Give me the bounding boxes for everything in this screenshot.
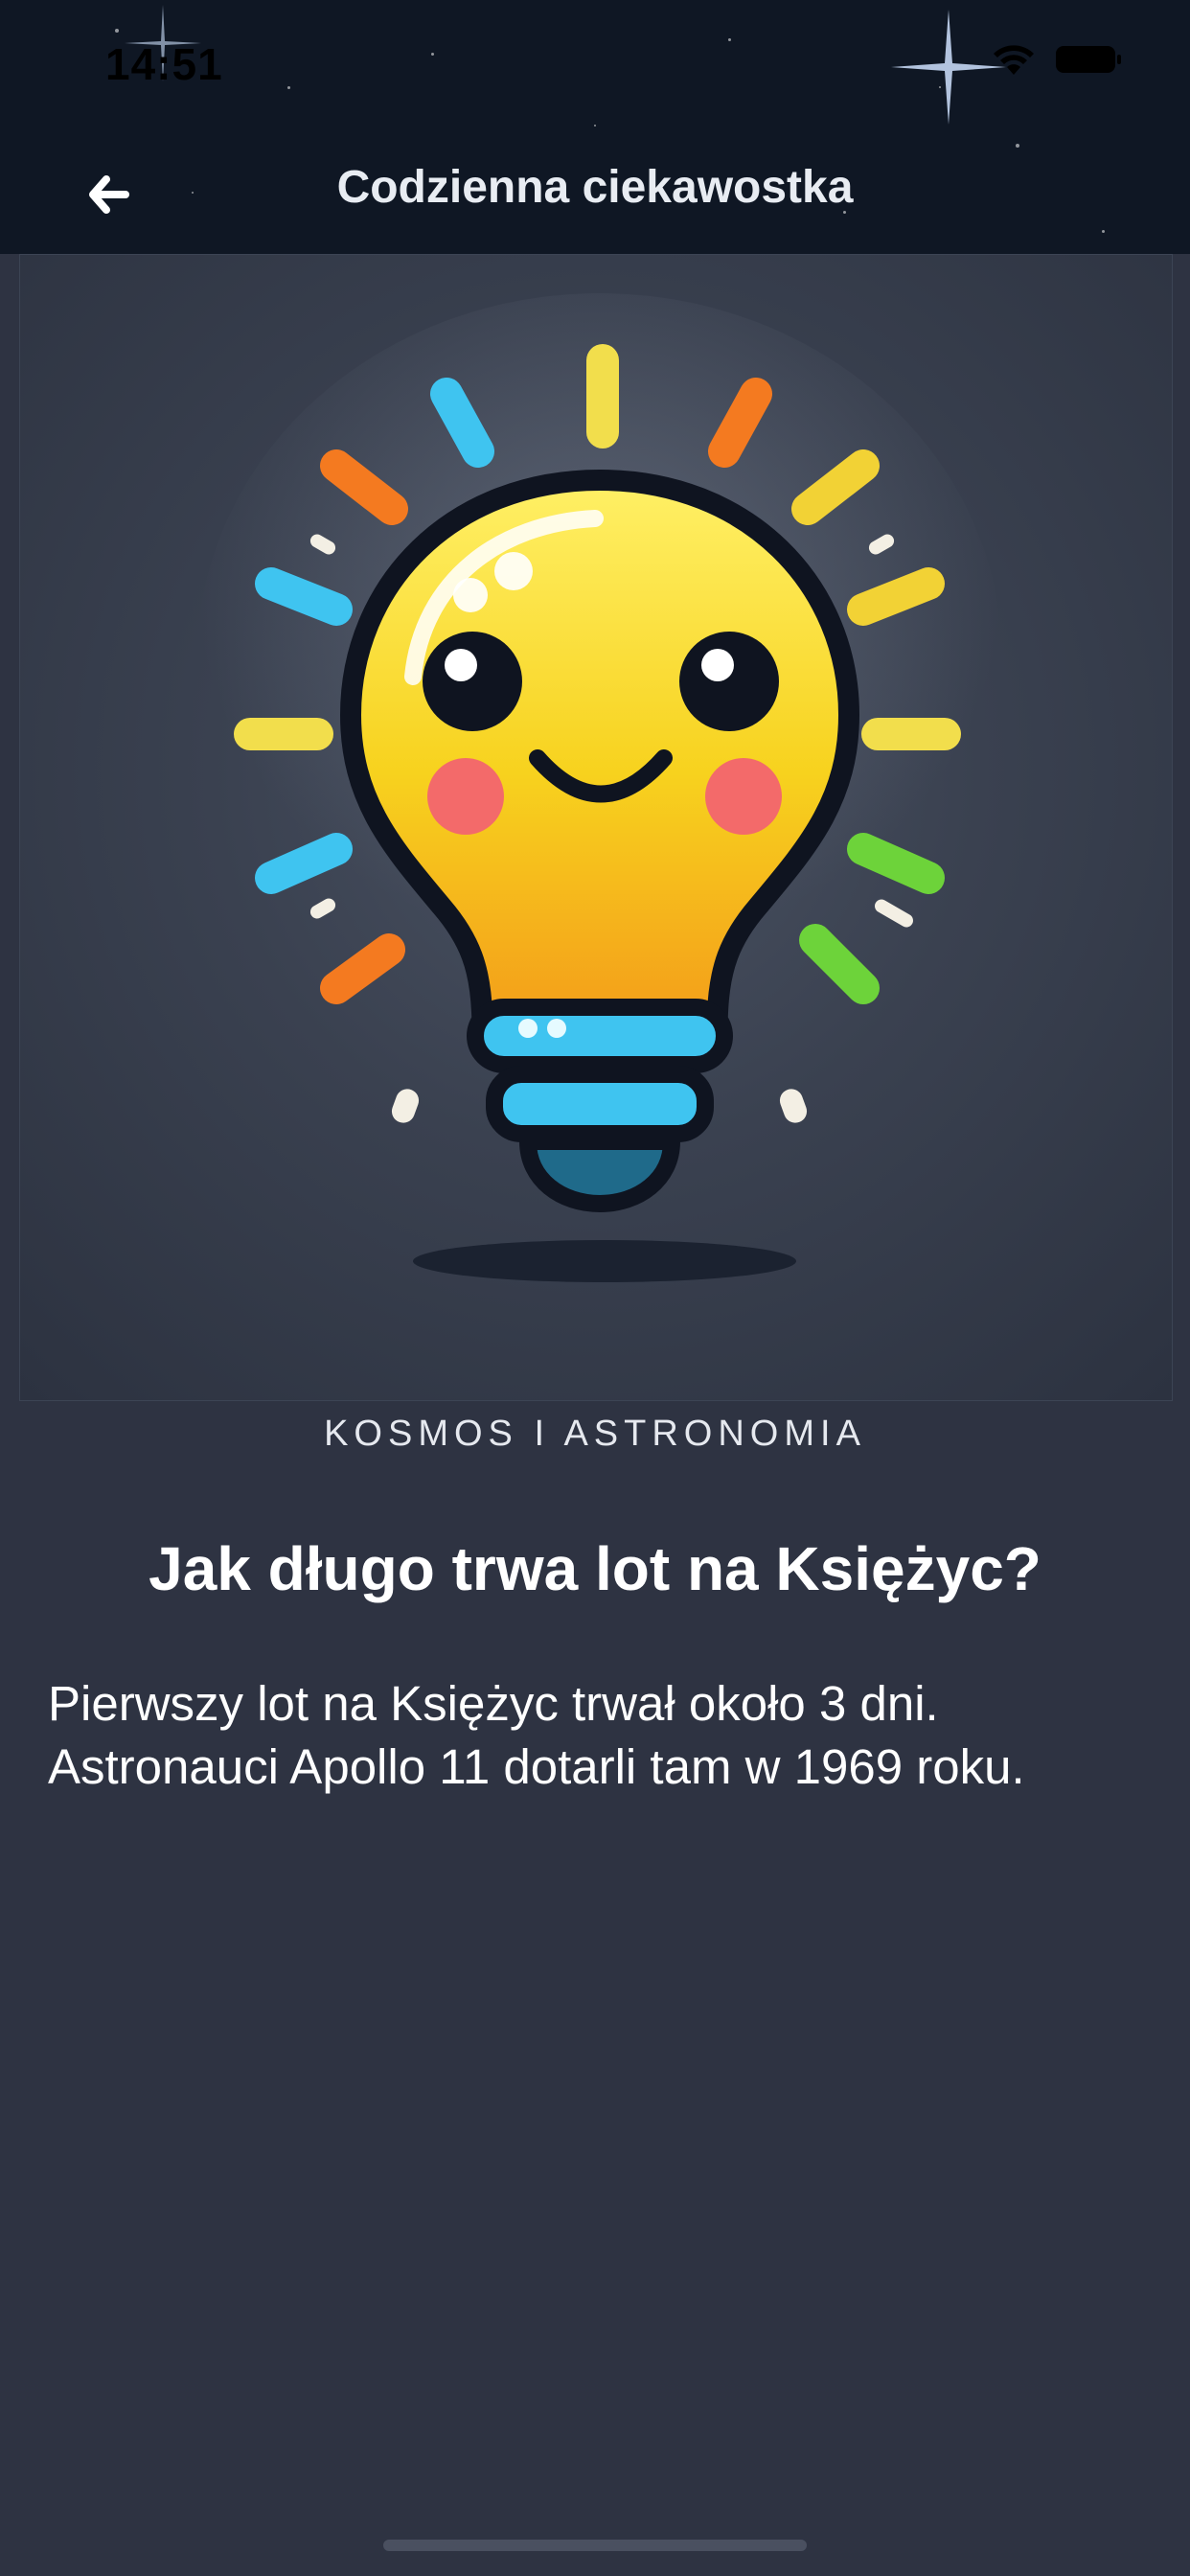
star: [1016, 144, 1019, 148]
app-header: 14:51 Codzienna ciekawostka: [0, 0, 1190, 254]
star: [192, 192, 194, 194]
star: [728, 38, 731, 41]
status-icons: [991, 42, 1123, 77]
category-label: KOSMOS I ASTRONOMIA: [324, 1414, 866, 1454]
arrow-left-icon: [89, 175, 129, 214]
fact-body-line: Astronauci Apollo 11 dotarli tam w 1969 …: [48, 1739, 1025, 1794]
star: [1102, 230, 1105, 233]
lightbulb-mascot-illustration: [197, 293, 1002, 1282]
back-button[interactable]: [75, 161, 142, 228]
fact-body-line: Pierwszy lot na Księżyc trwał około 3 dn…: [48, 1676, 939, 1731]
wifi-icon: [994, 45, 1034, 75]
battery-icon: [1056, 46, 1121, 73]
star: [115, 29, 119, 33]
star: [594, 125, 596, 126]
status-time: 14:51: [105, 39, 223, 89]
home-indicator[interactable]: [383, 2540, 807, 2551]
hero-image: [19, 254, 1173, 1401]
page-title: Codzienna ciekawostka: [336, 162, 854, 213]
star: [287, 86, 290, 89]
sparkle-star-icon: [891, 10, 1006, 125]
fact-body: Pierwszy lot na Księżyc trwał około 3 dn…: [48, 1672, 1159, 1799]
fact-title: Jak długo trwa lot na Księżyc?: [149, 1534, 1041, 1603]
star: [431, 53, 434, 56]
